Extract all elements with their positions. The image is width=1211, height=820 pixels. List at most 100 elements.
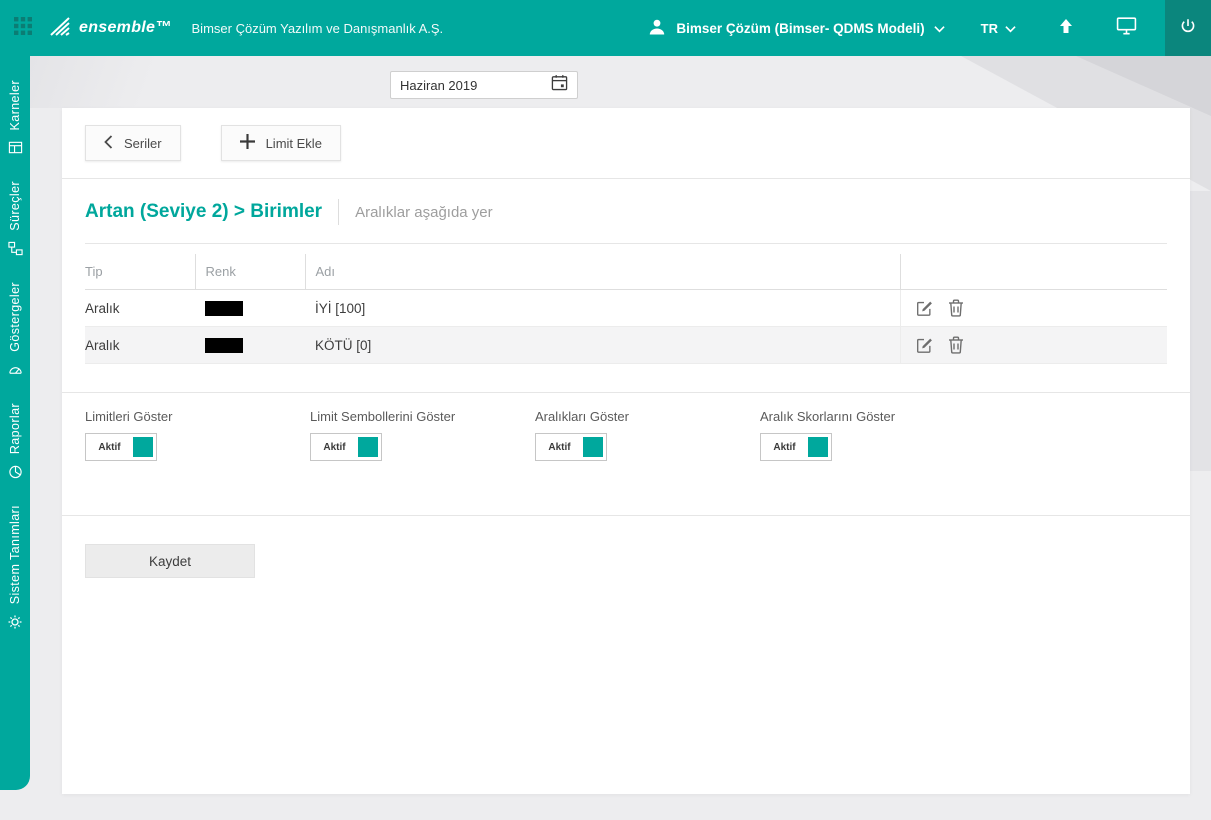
logo-text: ensemble™ bbox=[79, 19, 172, 37]
back-button-label: Seriler bbox=[124, 136, 162, 151]
back-to-series-button[interactable]: Seriler bbox=[85, 125, 181, 161]
language-label: TR bbox=[981, 21, 998, 36]
toggle-state-label: Aktif bbox=[536, 442, 583, 453]
toggle-group-limit-sembollerini-goster: Limit Sembollerini Göster Aktif bbox=[310, 409, 535, 461]
toggle-state-label: Aktif bbox=[86, 442, 133, 453]
toggle-switch-limitleri-goster[interactable]: Aktif bbox=[85, 433, 157, 461]
toggle-knob bbox=[133, 437, 153, 457]
cell-adi: KÖTÜ [0] bbox=[305, 327, 900, 364]
content-card: Seriler Limit Ekle Artan (Seviye 2) > Bi… bbox=[62, 108, 1190, 794]
page-subtitle: Aralıklar aşağıda yer bbox=[355, 204, 493, 221]
chevron-left-icon bbox=[104, 135, 113, 152]
sidebar-item-label: Süreçler bbox=[8, 181, 22, 231]
user-icon bbox=[647, 17, 667, 40]
account-name: Bimser Çözüm (Bimser- QDMS Modeli) bbox=[676, 21, 924, 36]
table-header-row: Tip Renk Adı bbox=[85, 254, 1167, 290]
color-swatch bbox=[205, 338, 243, 353]
sidebar-item-sistem-tanimlari[interactable]: Sistem Tanımları bbox=[7, 505, 23, 630]
page-title: Artan (Seviye 2) > Birimler bbox=[85, 201, 322, 223]
toggle-knob bbox=[808, 437, 828, 457]
toggle-label: Aralıkları Göster bbox=[535, 409, 760, 424]
chevron-down-icon bbox=[1005, 21, 1016, 36]
limits-table: Tip Renk Adı Aralık İYİ [100] bbox=[62, 244, 1190, 364]
sidebar-item-label: Göstergeler bbox=[8, 282, 22, 352]
power-icon bbox=[1179, 17, 1197, 40]
ensemble-logo: ensemble™ bbox=[48, 14, 172, 43]
gear-icon bbox=[7, 614, 23, 630]
color-swatch bbox=[205, 301, 243, 316]
cell-tip: Aralık bbox=[85, 290, 195, 327]
toolbar: Seriler Limit Ekle bbox=[62, 108, 1190, 179]
column-header-adi: Adı bbox=[305, 254, 900, 290]
background-pattern bbox=[1190, 191, 1211, 471]
workspace-background: Karneler Süreçler Göstergeler bbox=[0, 56, 1211, 820]
toggle-knob bbox=[583, 437, 603, 457]
display-options: Limitleri Göster Aktif Limit Sembollerin… bbox=[62, 393, 1190, 487]
sidebar-item-karneler[interactable]: Karneler bbox=[8, 80, 23, 155]
top-bar: ensemble™ Bimser Çözüm Yazılım ve Danışm… bbox=[0, 0, 1211, 56]
sidebar-item-label: Raporlar bbox=[8, 403, 22, 454]
cell-actions bbox=[900, 327, 1167, 364]
process-flow-icon bbox=[8, 241, 23, 256]
sidebar-item-raporlar[interactable]: Raporlar bbox=[8, 403, 23, 479]
monitor-icon bbox=[1116, 16, 1137, 40]
cell-tip: Aralık bbox=[85, 327, 195, 364]
add-button-label: Limit Ekle bbox=[266, 136, 322, 151]
cell-renk bbox=[195, 290, 305, 327]
footer-actions: Kaydet bbox=[62, 516, 1190, 606]
cell-renk bbox=[195, 327, 305, 364]
delete-button[interactable] bbox=[948, 336, 964, 354]
toggle-switch-araliklari-goster[interactable]: Aktif bbox=[535, 433, 607, 461]
sidebar-item-label: Karneler bbox=[8, 80, 22, 130]
heading-row: Artan (Seviye 2) > Birimler Aralıklar aş… bbox=[62, 179, 1190, 225]
toggle-label: Limit Sembollerini Göster bbox=[310, 409, 535, 424]
toggle-switch-aralik-skorlarini-goster[interactable]: Aktif bbox=[760, 433, 832, 461]
date-picker[interactable]: Haziran 2019 bbox=[390, 71, 578, 99]
table-row: Aralık İYİ [100] bbox=[85, 290, 1167, 327]
pie-chart-icon bbox=[8, 464, 23, 479]
sidebar-item-surecler[interactable]: Süreçler bbox=[8, 181, 23, 256]
sidebar-item-label: Sistem Tanımları bbox=[8, 505, 22, 604]
edit-button[interactable] bbox=[915, 299, 933, 317]
heading-divider bbox=[338, 199, 339, 225]
company-name: Bimser Çözüm Yazılım ve Danışmanlık A.Ş. bbox=[192, 21, 444, 36]
calendar-icon[interactable] bbox=[551, 74, 568, 96]
ensemble-logo-icon bbox=[48, 14, 72, 43]
screen: ensemble™ Bimser Çözüm Yazılım ve Danışm… bbox=[0, 0, 1211, 820]
toggle-label: Limitleri Göster bbox=[85, 409, 310, 424]
toggle-state-label: Aktif bbox=[761, 442, 808, 453]
sidebar: Karneler Süreçler Göstergeler bbox=[0, 56, 30, 790]
background-pattern bbox=[30, 56, 210, 108]
cell-adi: İYİ [100] bbox=[305, 290, 900, 327]
toggle-group-limitleri-goster: Limitleri Göster Aktif bbox=[85, 409, 310, 461]
plus-icon bbox=[240, 134, 255, 152]
display-button[interactable] bbox=[1116, 16, 1137, 40]
column-header-actions bbox=[900, 254, 1167, 290]
add-limit-button[interactable]: Limit Ekle bbox=[221, 125, 341, 161]
column-header-renk: Renk bbox=[195, 254, 305, 290]
toggle-label: Aralık Skorlarını Göster bbox=[760, 409, 985, 424]
up-arrow-icon bbox=[1058, 18, 1074, 39]
chevron-down-icon bbox=[934, 21, 945, 36]
account-menu[interactable]: Bimser Çözüm (Bimser- QDMS Modeli) bbox=[647, 17, 944, 40]
sidebar-item-gostergeler[interactable]: Göstergeler bbox=[8, 282, 23, 377]
toggle-switch-limit-sembollerini-goster[interactable]: Aktif bbox=[310, 433, 382, 461]
toggle-group-araliklari-goster: Aralıkları Göster Aktif bbox=[535, 409, 760, 461]
scorecard-icon bbox=[8, 140, 23, 155]
grid-icon bbox=[14, 17, 32, 40]
upload-arrow-button[interactable] bbox=[1058, 18, 1074, 39]
toggle-state-label: Aktif bbox=[311, 442, 358, 453]
cell-actions bbox=[900, 290, 1167, 327]
edit-button[interactable] bbox=[915, 336, 933, 354]
gauge-icon bbox=[8, 362, 23, 377]
toggle-knob bbox=[358, 437, 378, 457]
language-menu[interactable]: TR bbox=[981, 21, 1016, 36]
column-header-tip: Tip bbox=[85, 254, 195, 290]
table-row: Aralık KÖTÜ [0] bbox=[85, 327, 1167, 364]
power-button[interactable] bbox=[1165, 0, 1211, 56]
save-button[interactable]: Kaydet bbox=[85, 544, 255, 578]
app-launcher-button[interactable] bbox=[0, 0, 46, 56]
delete-button[interactable] bbox=[948, 299, 964, 317]
date-value: Haziran 2019 bbox=[400, 78, 477, 93]
toggle-group-aralik-skorlarini-goster: Aralık Skorlarını Göster Aktif bbox=[760, 409, 985, 461]
